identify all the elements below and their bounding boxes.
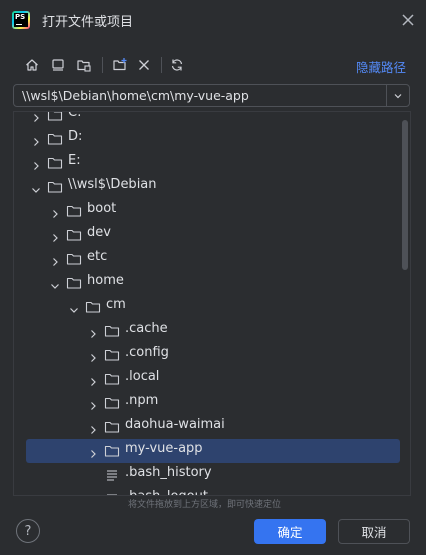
title-bar: PS 打开文件或项目	[0, 0, 426, 40]
tree-folder-item[interactable]: D:	[14, 127, 410, 151]
chevron-down-icon[interactable]	[49, 277, 61, 289]
chevron-down-icon[interactable]	[387, 85, 409, 106]
hide-path-link[interactable]: 隐藏路径	[356, 57, 406, 76]
tree-folder-item[interactable]: daohua-waimai	[14, 415, 410, 439]
tree-folder-item[interactable]: C:	[14, 111, 410, 127]
chevron-right-icon[interactable]	[87, 349, 99, 362]
refresh-icon[interactable]	[165, 53, 189, 77]
folder-icon	[104, 443, 120, 459]
chevron-down-icon[interactable]	[30, 181, 42, 193]
file-tree[interactable]: .bash_logout .bash_history my-vue-app daohu…	[13, 111, 411, 496]
help-button[interactable]: ?	[16, 519, 40, 543]
cancel-button[interactable]: 取消	[338, 519, 410, 544]
chevron-right-icon[interactable]	[87, 421, 99, 434]
tree-item-label: .config	[125, 345, 169, 360]
tree-folder-item[interactable]: \\wsl$\Debian	[14, 175, 410, 199]
folder-icon	[47, 112, 63, 123]
tree-folder-item[interactable]: dev	[14, 223, 410, 247]
tree-folder-item[interactable]: my-vue-app	[14, 439, 410, 463]
tree-folder-item[interactable]: E:	[14, 151, 410, 175]
tree-item-label: cm	[106, 297, 126, 312]
home-icon[interactable]	[20, 53, 44, 77]
tree-item-label: D:	[68, 129, 83, 144]
toolbar-separator	[161, 57, 162, 73]
tree-folder-item[interactable]: boot	[14, 199, 410, 223]
drag-drop-hint: 将文件拖放到上方区域，即可快速定位	[128, 500, 282, 510]
tree-item-label: E:	[68, 153, 81, 168]
folder-icon	[66, 275, 82, 291]
tree-item-label: boot	[87, 201, 117, 216]
new-folder-icon[interactable]	[108, 53, 132, 77]
chevron-right-icon[interactable]	[30, 157, 42, 170]
folder-icon	[66, 251, 82, 267]
path-input[interactable]	[14, 85, 386, 106]
chevron-right-icon[interactable]	[87, 373, 99, 386]
toolbar-separator	[102, 57, 103, 73]
scrollbar-thumb[interactable]	[402, 120, 408, 270]
chevron-right-icon[interactable]	[87, 445, 99, 458]
tree-item-label: dev	[87, 225, 111, 240]
pycharm-logo-icon: PS	[12, 11, 30, 29]
tree-item-label: daohua-waimai	[125, 417, 225, 432]
tree-item-label: home	[87, 273, 124, 288]
folder-icon	[104, 323, 120, 339]
tree-item-label: .cache	[125, 321, 168, 336]
chevron-right-icon[interactable]	[30, 112, 42, 122]
tree-item-label: .bash_history	[125, 465, 212, 480]
delete-icon[interactable]	[132, 53, 156, 77]
folder-icon	[104, 347, 120, 363]
tree-folder-item[interactable]: cm	[14, 295, 410, 319]
folder-icon	[47, 155, 63, 171]
folder-icon	[104, 371, 120, 387]
folder-icon	[47, 179, 63, 195]
folder-icon	[104, 419, 120, 435]
tree-item-label: \\wsl$\Debian	[68, 177, 157, 192]
folder-icon	[66, 227, 82, 243]
chevron-right-icon[interactable]	[87, 397, 99, 410]
desktop-icon[interactable]	[46, 53, 70, 77]
close-icon[interactable]	[398, 10, 418, 30]
chevron-right-icon[interactable]	[49, 253, 61, 266]
chevron-right-icon[interactable]	[49, 205, 61, 218]
dialog-title: 打开文件或项目	[42, 15, 134, 30]
tree-folder-item[interactable]: .config	[14, 343, 410, 367]
ok-button[interactable]: 确定	[254, 519, 326, 544]
path-combobox[interactable]	[13, 84, 410, 107]
tree-item-label: .bash_logout	[125, 489, 208, 495]
tree-item-label: my-vue-app	[125, 441, 203, 456]
tree-item-label: C:	[68, 111, 82, 120]
folder-icon	[85, 299, 101, 315]
text-file-icon	[104, 491, 120, 495]
tree-folder-item[interactable]: .npm	[14, 391, 410, 415]
tree-item-label: .npm	[125, 393, 159, 408]
text-file-icon	[104, 467, 120, 483]
folder-icon	[47, 131, 63, 147]
folder-icon	[104, 395, 120, 411]
chevron-right-icon[interactable]	[30, 133, 42, 146]
folder-icon	[66, 203, 82, 219]
tree-item-label: .local	[125, 369, 160, 384]
tree-file-item[interactable]: .bash_history	[14, 463, 410, 487]
chevron-down-icon[interactable]	[68, 301, 80, 313]
chevron-right-icon[interactable]	[49, 229, 61, 242]
tree-folder-item[interactable]: .cache	[14, 319, 410, 343]
tree-folder-item[interactable]: .local	[14, 367, 410, 391]
toolbar: 隐藏路径	[18, 53, 408, 77]
project-folder-icon[interactable]	[72, 53, 96, 77]
tree-item-label: etc	[87, 249, 108, 264]
tree-file-item[interactable]: .bash_logout	[14, 487, 410, 495]
selection-highlight	[26, 439, 400, 463]
tree-folder-item[interactable]: etc	[14, 247, 410, 271]
tree-folder-item[interactable]: home	[14, 271, 410, 295]
chevron-right-icon[interactable]	[87, 325, 99, 338]
